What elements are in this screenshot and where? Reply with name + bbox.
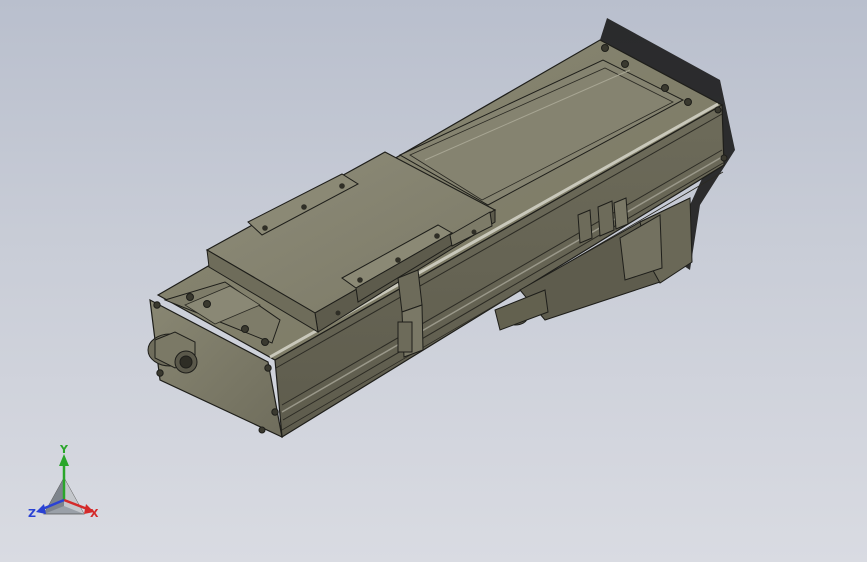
axis-triad-icon: Y X Z bbox=[28, 443, 99, 520]
y-axis-label: Y bbox=[59, 443, 69, 456]
graphics-viewport[interactable]: Y X Z bbox=[0, 0, 867, 562]
z-axis-label: Z bbox=[28, 507, 36, 520]
x-axis-label: X bbox=[90, 507, 99, 520]
